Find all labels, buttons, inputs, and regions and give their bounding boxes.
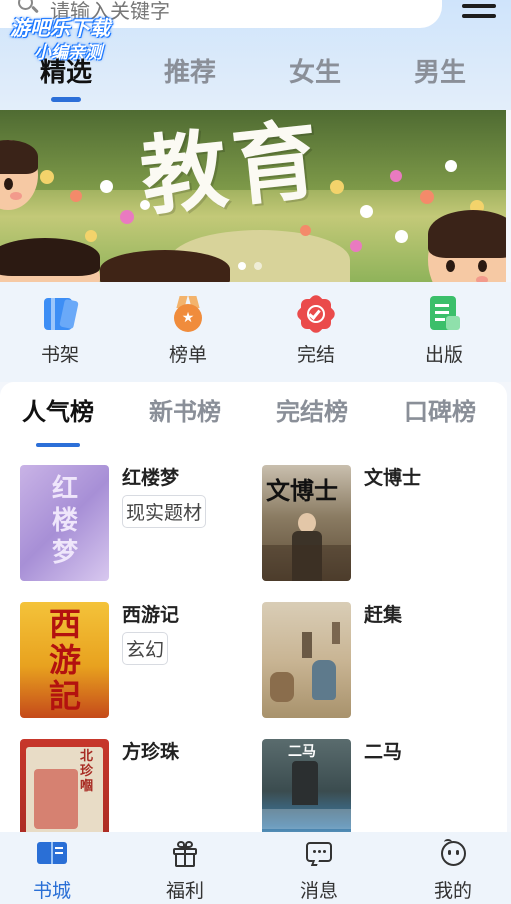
banner-kid-illustration (0, 238, 100, 282)
cover-title: 北珍嗰 (80, 749, 94, 794)
gift-icon (170, 840, 200, 868)
menu-icon[interactable] (462, 0, 498, 18)
tab-completed[interactable]: 完结榜 (276, 392, 348, 427)
book-item[interactable]: 西游記 西游记 玄幻 (20, 602, 260, 722)
book-item[interactable]: 赶集 (262, 602, 502, 722)
book-item[interactable]: 二马 二马 (262, 739, 502, 832)
book-tag: 现实题材 (122, 495, 207, 528)
tab-active-indicator (51, 97, 81, 102)
book-title: 赶集 (364, 604, 403, 626)
carousel-indicator (238, 255, 270, 274)
tab-new-books-label: 新书榜 (149, 398, 221, 426)
channel-tabs: 精选 推荐 女生 男生 (0, 52, 511, 102)
completed-badge-icon (294, 292, 338, 336)
tab-popularity-label: 人气榜 (22, 398, 94, 426)
book-item[interactable]: 北珍嗰 方珍珠 (20, 739, 260, 832)
tab-reputation[interactable]: 口碑榜 (404, 392, 476, 427)
bookshelf-icon (42, 296, 79, 332)
book-title: 西游记 (122, 604, 180, 626)
nav-label: 我的 (433, 880, 472, 902)
tab-recommended-label: 推荐 (163, 58, 216, 88)
medal-icon: ★ (170, 296, 206, 332)
book-item[interactable]: 文博士 文博士 (262, 465, 502, 585)
cover-title: 西游記 (48, 605, 81, 715)
tab-male[interactable]: 男生 (390, 52, 490, 89)
tab-female-label: 女生 (288, 58, 341, 88)
carousel-dot[interactable] (254, 262, 262, 270)
ranking-tabs: 人气榜 新书榜 完结榜 口碑榜 (0, 392, 507, 448)
book-cover: 西游記 (20, 602, 109, 718)
tab-completed-label: 完结榜 (276, 398, 348, 426)
book-cover: 二马 (262, 739, 351, 832)
book-cover: 文博士 (262, 465, 351, 581)
banner-title: 教育 (136, 110, 330, 229)
tab-recommended[interactable]: 推荐 (140, 52, 240, 89)
tab-featured[interactable]: 精选 (16, 52, 116, 102)
cover-title: 红楼梦 (51, 474, 78, 568)
nav-label: 消息 (299, 880, 338, 902)
quick-nav-label: 书架 (40, 344, 79, 366)
quick-nav-ranking[interactable]: ★ 榜单 (138, 296, 238, 367)
book-tag: 玄幻 (122, 632, 169, 665)
tab-featured-label: 精选 (39, 58, 92, 88)
nav-profile[interactable]: 我的 (413, 839, 493, 903)
quick-nav-bookshelf[interactable]: 书架 (10, 296, 110, 367)
tab-popularity[interactable]: 人气榜 (22, 392, 94, 447)
cover-title: 二马 (288, 744, 316, 760)
banner-kid-illustration (428, 210, 506, 282)
nav-bookstore[interactable]: 书城 (12, 840, 92, 903)
book-cover: 北珍嗰 (20, 739, 109, 832)
carousel-dot[interactable] (238, 262, 246, 270)
banner-carousel[interactable]: 教育 (0, 110, 506, 282)
quick-nav-label: 出版 (424, 344, 463, 366)
bottom-navigation: 书城 福利 消息 我的 (0, 832, 511, 904)
tab-new-books[interactable]: 新书榜 (149, 392, 221, 427)
nav-label: 福利 (165, 880, 204, 902)
book-title: 文博士 (364, 467, 422, 489)
nav-messages[interactable]: 消息 (279, 840, 359, 903)
book-cover: 红楼梦 (20, 465, 109, 581)
book-title: 二马 (364, 741, 403, 763)
profile-icon (438, 839, 468, 868)
app-header: 请输入关键字 游吧乐下载 小编亲测 精选 推荐 女生 男生 (0, 0, 511, 110)
publish-icon (426, 296, 462, 332)
ranking-section: 人气榜 新书榜 完结榜 口碑榜 红楼梦 红楼梦 现实题材 文博士 文博士 西游記… (0, 382, 507, 832)
tab-reputation-label: 口碑榜 (404, 398, 476, 426)
book-cover (262, 602, 351, 718)
book-title: 红楼梦 (122, 467, 180, 489)
tab-male-label: 男生 (413, 58, 466, 88)
cover-title: 文博士 (266, 477, 338, 505)
message-icon (304, 840, 334, 868)
banner-kid-illustration (100, 250, 230, 282)
quick-nav: 书架 ★ 榜单 完结 出版 (0, 282, 511, 382)
bookstore-icon (37, 840, 67, 868)
tab-female[interactable]: 女生 (265, 52, 365, 89)
nav-benefits[interactable]: 福利 (145, 840, 225, 903)
quick-nav-completed[interactable]: 完结 (266, 292, 366, 367)
quick-nav-label: 榜单 (168, 344, 207, 366)
nav-label: 书城 (32, 880, 71, 902)
banner-kid-illustration (0, 140, 38, 210)
book-item[interactable]: 红楼梦 红楼梦 现实题材 (20, 465, 260, 585)
quick-nav-publishing[interactable]: 出版 (394, 296, 494, 367)
tab-active-indicator (36, 443, 80, 447)
quick-nav-label: 完结 (296, 344, 335, 366)
watermark-line1: 游吧乐下载 (10, 16, 110, 40)
book-title: 方珍珠 (122, 741, 180, 763)
